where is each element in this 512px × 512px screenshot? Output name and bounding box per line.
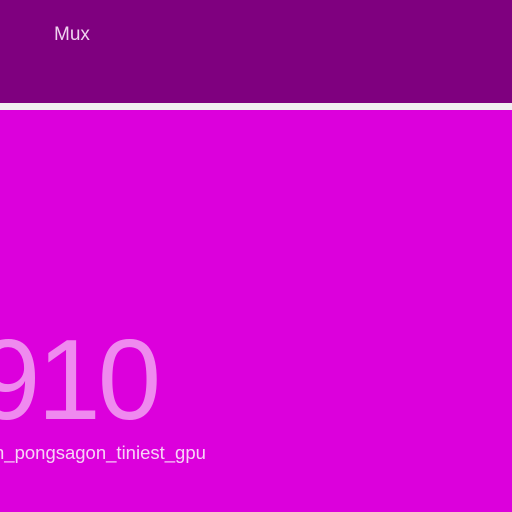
metric-card[interactable]: 910 n_pongsagon_tiniest_gpu (0, 110, 512, 512)
header-divider (0, 103, 512, 110)
app-header: Mux (0, 0, 512, 103)
metric-label: n_pongsagon_tiniest_gpu (0, 442, 206, 463)
header-title: Mux (54, 24, 90, 45)
metric-value: 910 (0, 317, 161, 444)
app-screen: Mux 910 n_pongsagon_tiniest_gpu (0, 0, 512, 512)
